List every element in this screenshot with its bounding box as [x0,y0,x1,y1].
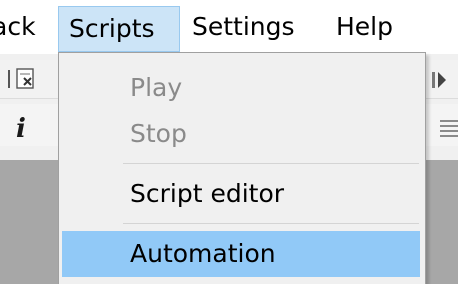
play-icon[interactable] [432,70,446,90]
scripts-dropdown-menu: Play Stop Script editor Automation [58,52,426,284]
menu-bar: ack Scripts Settings Help [0,0,458,54]
menu-settings[interactable]: Settings [186,8,320,46]
menu-separator [123,223,419,224]
menu-track[interactable]: ack [0,8,58,46]
menu-scripts[interactable]: Scripts [58,6,180,52]
italic-icon[interactable]: i [16,116,36,142]
menu-help[interactable]: Help [330,8,400,46]
toolbar-edge-icon[interactable] [0,70,10,88]
menu-item-automation[interactable]: Automation [62,231,420,277]
align-lines-icon[interactable] [440,118,458,138]
menu-item-script-editor[interactable]: Script editor [62,171,420,217]
menu-item-play[interactable]: Play [62,65,420,111]
document-icon[interactable] [16,68,36,90]
menu-separator [123,163,419,164]
menu-item-stop[interactable]: Stop [62,111,420,157]
